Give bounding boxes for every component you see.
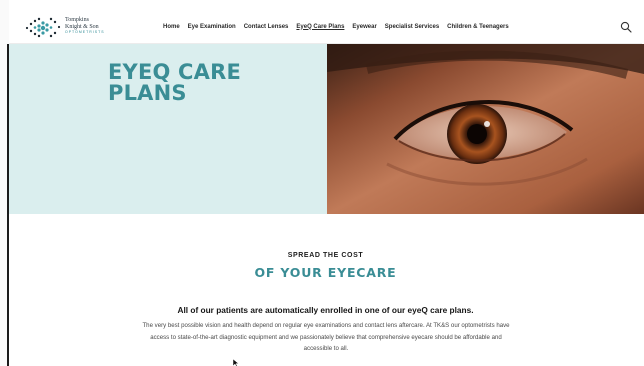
mouse-cursor-icon (233, 359, 240, 366)
nav-home[interactable]: Home (163, 24, 180, 30)
hero-title-line-1: EYEQ CARE (108, 60, 242, 84)
section-title: OF YOUR EYECARE (254, 265, 397, 280)
lead-text: All of our patients are automatically en… (177, 305, 474, 315)
logo-name: Tompkins Knight & Son (65, 17, 99, 30)
hero-title: EYEQ CARE PLANS (108, 62, 308, 104)
logo[interactable]: Tompkins Knight & Son OPTOMETRISTS (23, 14, 113, 40)
search-icon[interactable] (620, 20, 632, 33)
nav-eyeq-care-plans[interactable]: EyeQ Care Plans (296, 24, 344, 30)
nav-eye-examination[interactable]: Eye Examination (188, 24, 236, 30)
content-section: SPREAD THE COST OF YOUR EYECARE All of o… (9, 214, 642, 366)
nav-specialist-services[interactable]: Specialist Services (385, 24, 439, 30)
hero-title-line-2: PLANS (108, 81, 187, 105)
section-kicker: SPREAD THE COST (287, 252, 364, 259)
hero-eye-image (327, 44, 644, 214)
main-nav: Home Eye Examination Contact Lenses EyeQ… (163, 9, 517, 44)
logo-tagline: OPTOMETRISTS (65, 30, 105, 34)
nav-children-teenagers[interactable]: Children & Teenagers (447, 24, 509, 30)
site-header: Tompkins Knight & Son OPTOMETRISTS Home … (9, 9, 642, 44)
nav-contact-lenses[interactable]: Contact Lenses (244, 24, 289, 30)
nav-eyewear[interactable]: Eyewear (352, 24, 376, 30)
body-text: The very best possible vision and health… (142, 322, 510, 353)
logo-dots-icon (25, 17, 61, 38)
browser-left-edge (0, 0, 9, 366)
